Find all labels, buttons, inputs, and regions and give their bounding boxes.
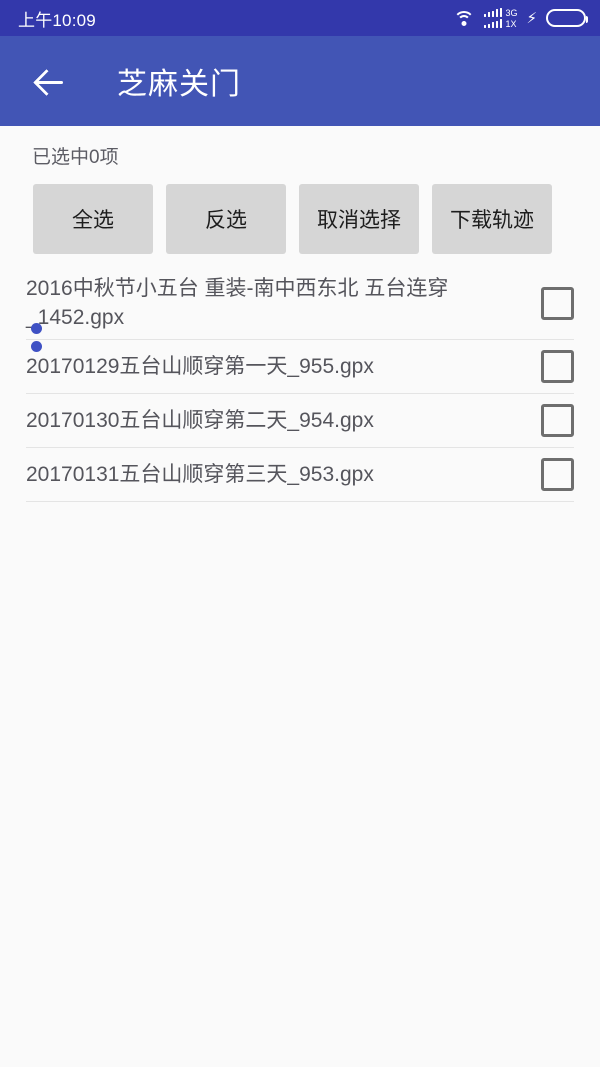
select-all-button[interactable]: 全选	[33, 184, 153, 254]
file-checkbox[interactable]	[541, 350, 574, 383]
back-arrow-icon[interactable]	[30, 61, 70, 101]
gpx-file-list: 2016中秋节小五台 重装-南中西东北 五台连穿_1452.gpx 201701…	[0, 267, 600, 502]
file-checkbox[interactable]	[541, 286, 574, 320]
file-name: 20170129五台山顺穿第一天_955.gpx	[26, 355, 374, 378]
download-tracks-button[interactable]: 下载轨迹	[432, 184, 552, 254]
network-type-secondary: 1X	[505, 18, 517, 29]
charging-bolt-icon: ⚡	[526, 9, 537, 27]
page-title: 芝麻关门	[117, 68, 241, 101]
file-checkbox[interactable]	[541, 404, 574, 437]
file-name: 20170130五台山顺穿第二天_954.gpx	[26, 409, 374, 432]
status-bar: 上午10:09 3G 1X ⚡	[0, 0, 600, 36]
network-type-primary: 3G	[505, 7, 518, 18]
list-item[interactable]: 2016中秋节小五台 重装-南中西东北 五台连穿_1452.gpx	[26, 267, 574, 340]
file-checkbox[interactable]	[541, 458, 574, 491]
signal-bars-icon: 3G 1X	[483, 7, 518, 29]
status-bar-icons: 3G 1X ⚡	[453, 7, 588, 29]
cancel-selection-button[interactable]: 取消选择	[299, 184, 419, 254]
battery-icon	[546, 9, 588, 27]
app-bar: 芝麻关门	[0, 36, 600, 126]
selection-status-text: 已选中0项	[32, 147, 119, 168]
file-name: 2016中秋节小五台 重装-南中西东北 五台连穿_1452.gpx	[26, 277, 449, 329]
wifi-icon	[453, 10, 475, 27]
list-item[interactable]: 20170130五台山顺穿第二天_954.gpx	[26, 394, 574, 448]
file-name: 20170131五台山顺穿第三天_953.gpx	[26, 463, 374, 486]
list-item[interactable]: 20170129五台山顺穿第一天_955.gpx	[26, 340, 574, 394]
invert-selection-button[interactable]: 反选	[166, 184, 286, 254]
status-bar-time: 上午10:09	[18, 10, 96, 30]
action-button-bar: 全选 反选 取消选择 下载轨迹	[0, 169, 600, 254]
list-item[interactable]: 20170131五台山顺穿第三天_953.gpx	[26, 448, 574, 502]
scroll-position-indicator	[31, 323, 42, 359]
